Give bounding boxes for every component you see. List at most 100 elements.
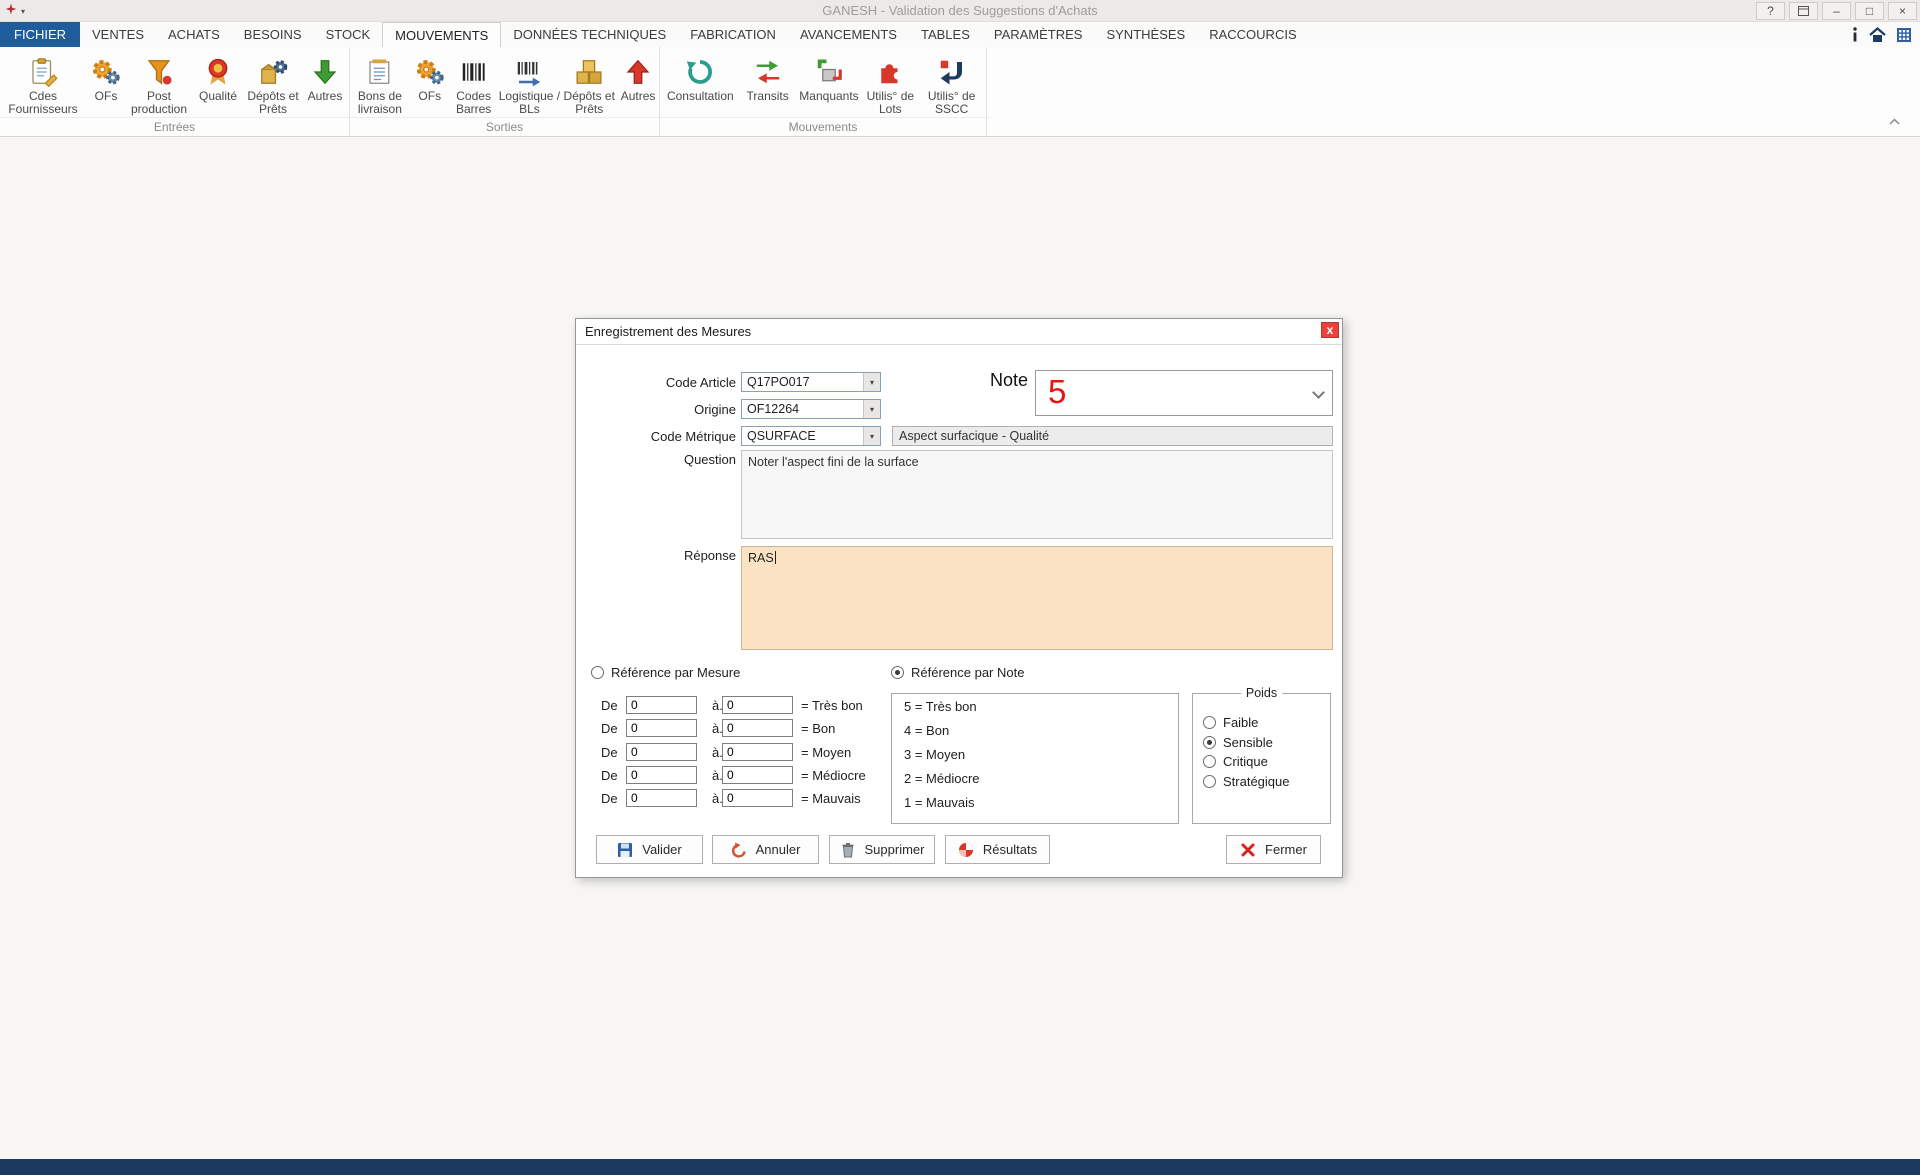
close-button[interactable]: × (1888, 2, 1917, 20)
ribbon-btn-logistique-bls[interactable]: Logistique / BLs (498, 57, 562, 116)
ribbon-btn-manquants[interactable]: Manquants (797, 57, 861, 103)
valider-button[interactable]: Valider (596, 835, 703, 864)
ribbon-group-mouvements: Consultation Transits Manquants Utilis° … (660, 47, 987, 136)
barcode-icon (459, 57, 489, 87)
window-layout-button[interactable] (1789, 2, 1818, 20)
menu-bar: FICHIER VENTES ACHATS BESOINS STOCK MOUV… (0, 22, 1920, 47)
tab-besoins[interactable]: BESOINS (232, 22, 314, 47)
radio-poids-faible[interactable]: Faible (1203, 714, 1258, 730)
tab-parametres[interactable]: PARAMÈTRES (982, 22, 1095, 47)
chevron-down-icon[interactable]: ▾ (863, 427, 880, 445)
ribbon-btn-qualite[interactable]: Qualité (192, 57, 244, 103)
dialog-close-button[interactable]: x (1321, 322, 1339, 338)
help-button[interactable]: ? (1756, 2, 1785, 20)
ribbon-btn-depots-prets-sorties[interactable]: Dépôts et Prêts (561, 57, 617, 116)
ribbon-btn-ofs-sorties[interactable]: OFs (410, 57, 450, 103)
poids-legend: Poids (1241, 686, 1282, 700)
measure-row: De à. = Bon (601, 719, 931, 738)
gears-icon (91, 57, 121, 87)
close-x-icon (1240, 842, 1256, 858)
radio-icon[interactable] (1203, 736, 1216, 749)
ribbon-btn-utilis-lots[interactable]: Utilis° de Lots (863, 57, 917, 116)
ribbon-btn-depots-prets-entrees[interactable]: Dépôts et Prêts (245, 57, 301, 116)
fermer-button[interactable]: Fermer (1226, 835, 1321, 864)
note-combo[interactable]: 5 (1035, 370, 1333, 416)
ribbon-btn-utilis-sscc[interactable]: Utilis° de SSCC (920, 57, 984, 116)
radio-icon[interactable] (1203, 775, 1216, 788)
scale-line: 5 = Très bon (892, 695, 1178, 719)
chevron-down-icon[interactable] (1312, 386, 1325, 399)
radio-icon[interactable] (1203, 716, 1216, 729)
measure-row: De à. = Moyen (601, 743, 931, 762)
dialog-title-bar[interactable]: Enregistrement des Mesures x (576, 319, 1342, 345)
maximize-button[interactable]: □ (1855, 2, 1884, 20)
tab-mouvements[interactable]: MOUVEMENTS (382, 22, 501, 47)
tab-raccourcis[interactable]: RACCOURCIS (1197, 22, 1308, 47)
measure-from-input[interactable] (626, 766, 697, 784)
ribbon-btn-bons-livraison[interactable]: Bons de livraison (350, 57, 410, 116)
text-cursor (775, 551, 776, 564)
measure-row: De à. = Très bon (601, 696, 931, 715)
radio-icon[interactable] (591, 666, 604, 679)
origine-label: Origine (596, 402, 736, 417)
arrow-down-icon (310, 57, 340, 87)
resultats-button[interactable]: Résultats (945, 835, 1050, 864)
origine-combo[interactable]: OF12264 ▾ (741, 399, 881, 419)
ribbon-collapse-button[interactable] (1889, 112, 1900, 130)
radio-poids-strategique[interactable]: Stratégique (1203, 773, 1290, 789)
radio-icon[interactable] (891, 666, 904, 679)
reponse-textarea[interactable]: RAS (741, 546, 1333, 650)
group-label-sorties: Sorties (350, 120, 659, 134)
tab-fichier[interactable]: FICHIER (0, 22, 80, 47)
missing-box-icon (814, 57, 844, 87)
box-gear-icon (258, 57, 288, 87)
tab-tables[interactable]: TABLES (909, 22, 982, 47)
ribbon-btn-transits[interactable]: Transits (741, 57, 795, 103)
minimize-button[interactable]: – (1822, 2, 1851, 20)
ribbon-btn-ofs-entrees[interactable]: OFs (86, 57, 126, 103)
home-icon[interactable] (1869, 27, 1886, 43)
tab-donnees-techniques[interactable]: DONNÉES TECHNIQUES (501, 22, 678, 47)
measure-to-input[interactable] (722, 719, 793, 737)
measure-to-input[interactable] (722, 789, 793, 807)
supprimer-button[interactable]: Supprimer (829, 835, 935, 864)
measure-to-input[interactable] (722, 766, 793, 784)
ribbon-btn-consultation[interactable]: Consultation (662, 57, 738, 103)
code-article-combo[interactable]: Q17PO017 ▾ (741, 372, 881, 392)
tab-stock[interactable]: STOCK (314, 22, 383, 47)
tab-fabrication[interactable]: FABRICATION (678, 22, 788, 47)
ribbon-btn-autres-entrees[interactable]: Autres (302, 57, 348, 103)
ribbon-btn-cdes-fournisseurs[interactable]: Cdes Fournisseurs (1, 57, 85, 116)
measure-to-input[interactable] (722, 743, 793, 761)
poids-groupbox: Poids Faible Sensible Critique Stratégiq… (1192, 693, 1331, 824)
tab-achats[interactable]: ACHATS (156, 22, 232, 47)
radio-reference-par-note[interactable]: Référence par Note (891, 664, 1024, 680)
save-icon (617, 842, 633, 858)
tab-avancements[interactable]: AVANCEMENTS (788, 22, 909, 47)
calculator-grid-icon[interactable] (1896, 27, 1912, 43)
measure-to-input[interactable] (722, 696, 793, 714)
question-box[interactable]: Noter l'aspect fini de la surface (741, 450, 1333, 539)
radio-icon[interactable] (1203, 755, 1216, 768)
layout-icon (1798, 6, 1809, 16)
chevron-down-icon[interactable]: ▾ (863, 373, 880, 391)
ribbon-btn-codes-barres[interactable]: Codes Barres (450, 57, 498, 116)
code-metrique-combo[interactable]: QSURFACE ▾ (741, 426, 881, 446)
measure-from-input[interactable] (626, 743, 697, 761)
ribbon-btn-post-production[interactable]: Post production (127, 57, 191, 116)
measure-from-input[interactable] (626, 696, 697, 714)
info-icon[interactable] (1851, 27, 1859, 42)
radio-reference-par-mesure[interactable]: Référence par Mesure (591, 664, 740, 680)
tab-ventes[interactable]: VENTES (80, 22, 156, 47)
window-controls: ? – □ × (1756, 2, 1917, 20)
gears-icon (415, 57, 445, 87)
ribbon-btn-autres-sorties[interactable]: Autres (617, 57, 659, 103)
radio-poids-critique[interactable]: Critique (1203, 753, 1268, 769)
measure-from-input[interactable] (626, 719, 697, 737)
tab-syntheses[interactable]: SYNTHÈSES (1094, 22, 1197, 47)
radio-poids-sensible[interactable]: Sensible (1203, 734, 1273, 750)
chevron-down-icon[interactable]: ▾ (863, 400, 880, 418)
annuler-button[interactable]: Annuler (712, 835, 819, 864)
measure-from-input[interactable] (626, 789, 697, 807)
code-metrique-label: Code Métrique (596, 429, 736, 444)
